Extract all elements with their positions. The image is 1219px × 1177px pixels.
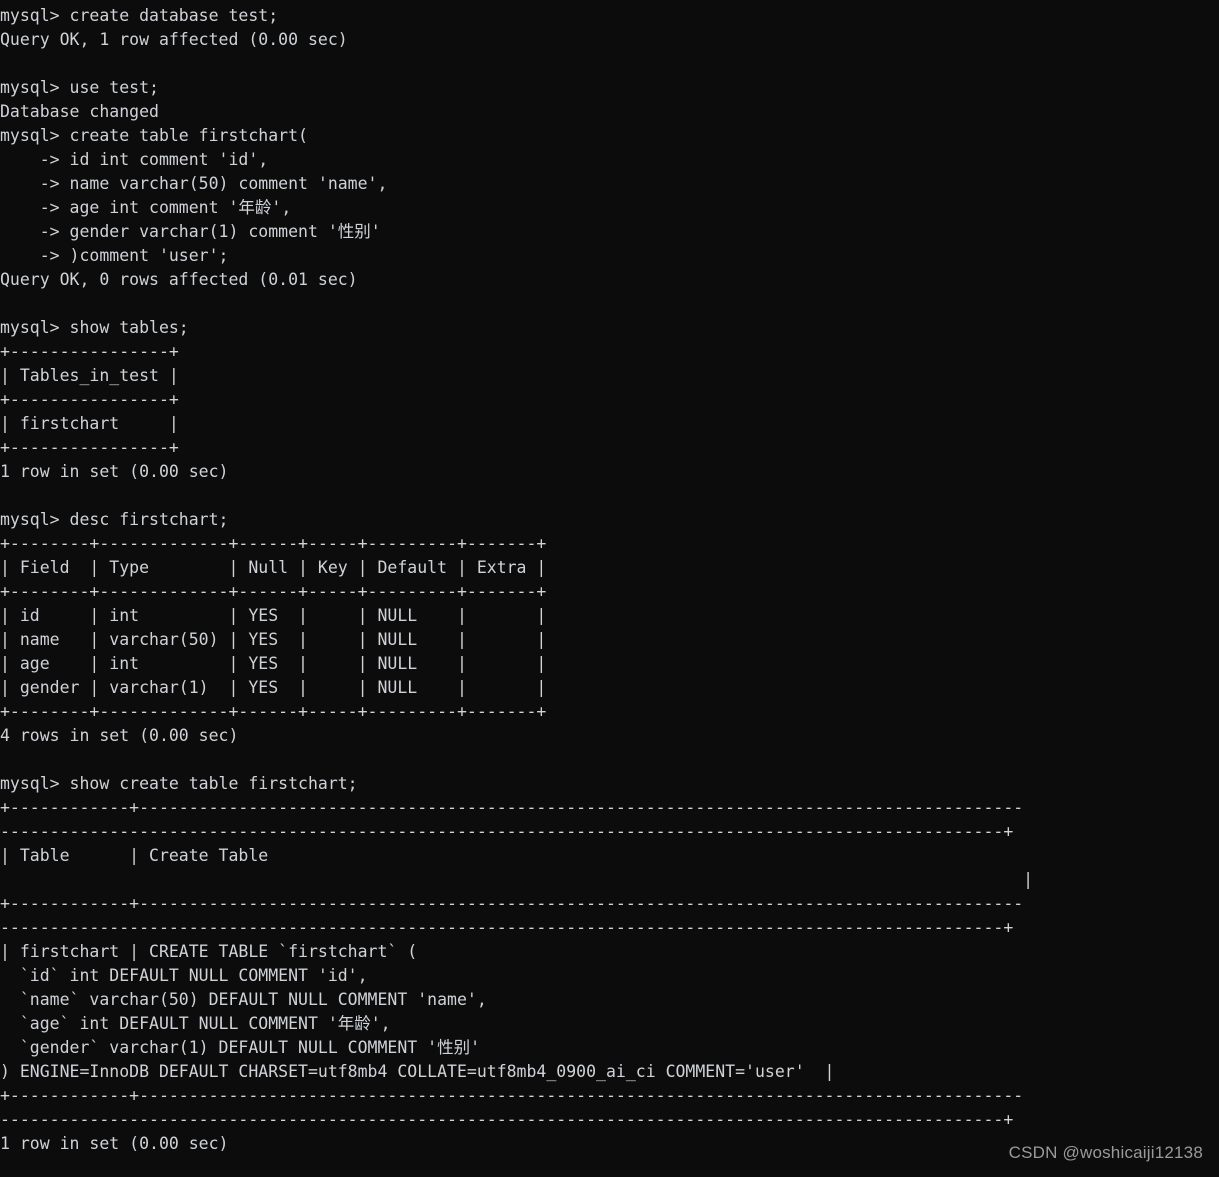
- terminal-line: +----------------+: [0, 342, 179, 361]
- terminal-line: +------------+--------------------------…: [0, 798, 1024, 817]
- terminal-line: | Tables_in_test |: [0, 366, 179, 385]
- terminal-line: mysql> desc firstchart;: [0, 510, 229, 529]
- terminal-line: +------------+--------------------------…: [0, 1086, 1024, 1105]
- terminal-line: | firstchart | CREATE TABLE `firstchart`…: [0, 942, 418, 961]
- terminal-line: +------------+--------------------------…: [0, 894, 1024, 913]
- terminal-line: Database changed: [0, 102, 159, 121]
- terminal-line: | gender | varchar(1) | YES | | NULL | |: [0, 678, 547, 697]
- terminal-line: ----------------------------------------…: [0, 918, 1014, 937]
- terminal-line: | name | varchar(50) | YES | | NULL | |: [0, 630, 547, 649]
- terminal-line: ----------------------------------------…: [0, 822, 1014, 841]
- terminal-line: 1 row in set (0.00 sec): [0, 462, 229, 481]
- terminal-line: | Table | Create Table: [0, 846, 269, 865]
- terminal-line: -> id int comment 'id',: [0, 150, 269, 169]
- terminal-line: Query OK, 1 row affected (0.00 sec): [0, 30, 348, 49]
- terminal-line: +--------+-------------+------+-----+---…: [0, 534, 547, 553]
- terminal-line: +--------+-------------+------+-----+---…: [0, 582, 547, 601]
- terminal-line: mysql> use test;: [0, 78, 159, 97]
- terminal-line: `age` int DEFAULT NULL COMMENT '年龄',: [0, 1014, 391, 1033]
- terminal-line: | age | int | YES | | NULL | |: [0, 654, 547, 673]
- terminal-line: mysql> create table firstchart(: [0, 126, 308, 145]
- terminal-line: Query OK, 0 rows affected (0.01 sec): [0, 270, 358, 289]
- terminal-line: -> name varchar(50) comment 'name',: [0, 174, 388, 193]
- terminal-line: 4 rows in set (0.00 sec): [0, 726, 239, 745]
- terminal-line: -> gender varchar(1) comment '性别': [0, 222, 381, 241]
- terminal-line: `name` varchar(50) DEFAULT NULL COMMENT …: [0, 990, 487, 1009]
- terminal-line: `gender` varchar(1) DEFAULT NULL COMMENT…: [0, 1038, 481, 1057]
- terminal-line: 1 row in set (0.00 sec): [0, 1134, 229, 1153]
- terminal-line: -> )comment 'user';: [0, 246, 229, 265]
- terminal-line: mysql> show tables;: [0, 318, 189, 337]
- terminal-line: | Field | Type | Null | Key | Default | …: [0, 558, 547, 577]
- terminal-line: | firstchart |: [0, 414, 179, 433]
- terminal-line: mysql> show create table firstchart;: [0, 774, 358, 793]
- terminal-line: -> age int comment '年龄',: [0, 198, 292, 217]
- terminal-line: +----------------+: [0, 438, 179, 457]
- terminal-line: +--------+-------------+------+-----+---…: [0, 702, 547, 721]
- terminal-line: +----------------+: [0, 390, 179, 409]
- terminal-line: ----------------------------------------…: [0, 1110, 1014, 1129]
- terminal-line: ) ENGINE=InnoDB DEFAULT CHARSET=utf8mb4 …: [0, 1062, 835, 1081]
- terminal-line: |: [0, 870, 1034, 889]
- terminal-line: | id | int | YES | | NULL | |: [0, 606, 547, 625]
- terminal-line: mysql> create database test;: [0, 6, 279, 25]
- terminal-output[interactable]: mysql> create database test; Query OK, 1 …: [0, 0, 1219, 1177]
- terminal-line: `id` int DEFAULT NULL COMMENT 'id',: [0, 966, 368, 985]
